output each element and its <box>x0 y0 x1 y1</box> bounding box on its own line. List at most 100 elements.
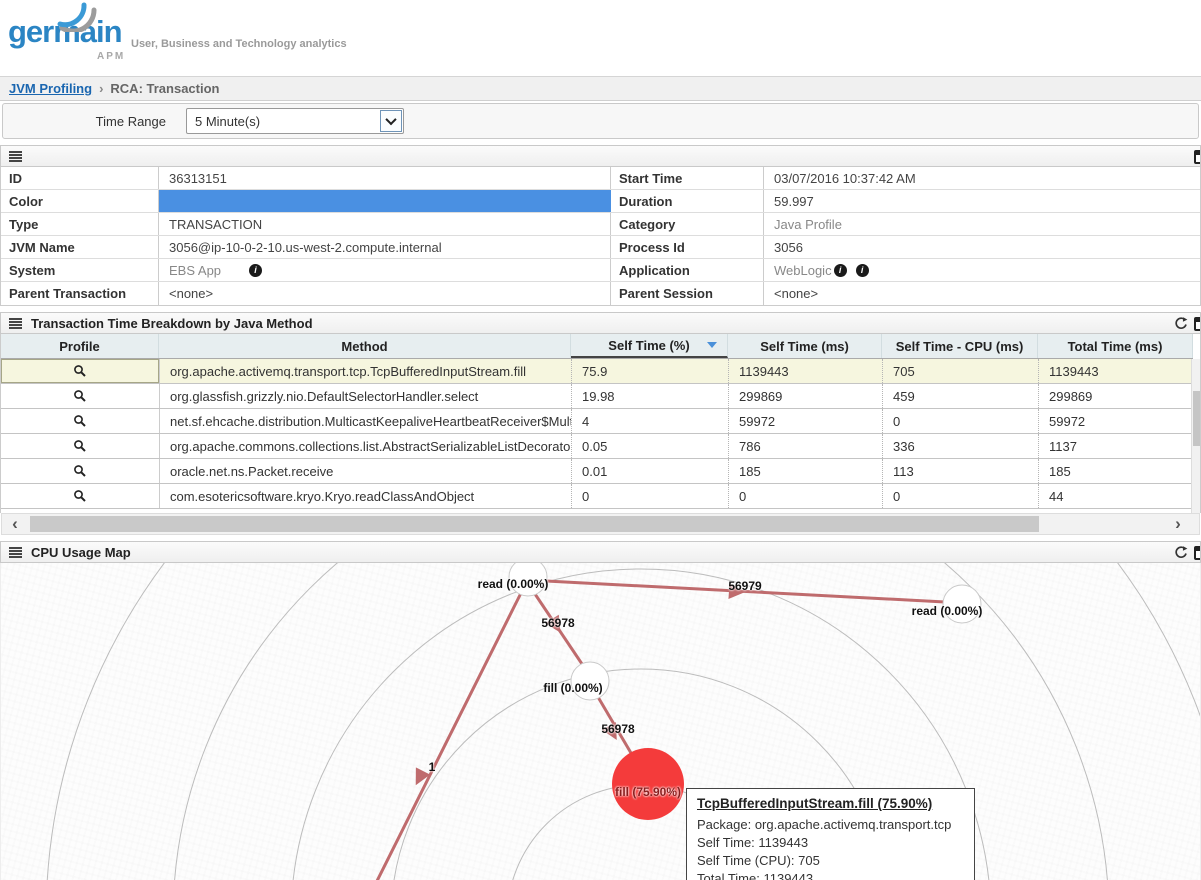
detail-label: ID <box>1 167 159 189</box>
total-ms-cell: 185 <box>1038 459 1193 483</box>
color-swatch <box>159 190 611 212</box>
node-fill-hot[interactable] <box>612 748 684 820</box>
panel-action-icon[interactable] <box>1194 317 1201 331</box>
info-icon[interactable]: i <box>834 264 847 277</box>
self-pct-cell: 75.9 <box>571 359 728 383</box>
self-cpu-cell: 705 <box>882 359 1038 383</box>
detail-label: Process Id <box>611 236 764 258</box>
edge-label: 56978 <box>601 722 634 736</box>
table-row[interactable]: org.apache.commons.collections.list.Abst… <box>1 434 1193 459</box>
profile-magnifier-button[interactable] <box>1 484 159 508</box>
profile-magnifier-button[interactable] <box>1 359 159 383</box>
self-pct-cell: 0.01 <box>571 459 728 483</box>
method-cell: org.apache.commons.collections.list.Abst… <box>159 434 571 458</box>
table-row[interactable]: com.esotericsoftware.kryo.Kryo.readClass… <box>1 484 1193 509</box>
detail-label: Category <box>611 213 764 235</box>
detail-value-type: TRANSACTION <box>159 213 611 235</box>
sort-descending-icon <box>707 342 717 348</box>
detail-label: System <box>1 259 159 281</box>
magnifier-icon <box>73 439 87 453</box>
profile-magnifier-button[interactable] <box>1 384 159 408</box>
column-header-self-pct[interactable]: Self Time (%) <box>571 334 728 358</box>
scroll-right-button[interactable]: › <box>1165 514 1191 534</box>
breadcrumb-current: RCA: Transaction <box>110 81 219 96</box>
chevron-down-icon <box>385 114 396 125</box>
column-header-self-ms[interactable]: Self Time (ms) <box>728 334 882 358</box>
detail-value-category[interactable]: Java Profile <box>764 213 1201 235</box>
detail-value-application: WebLogic i i <box>764 259 1201 281</box>
time-range-select[interactable]: 5 Minute(s) <box>186 108 404 134</box>
detail-value-start-time: 03/07/2016 10:37:42 AM <box>764 167 1201 189</box>
scroll-left-button[interactable]: ‹ <box>2 514 28 534</box>
column-header-profile[interactable]: Profile <box>1 334 159 358</box>
profile-magnifier-button[interactable] <box>1 459 159 483</box>
node-tooltip: TcpBufferedInputStream.fill (75.90%) Pac… <box>686 788 975 880</box>
tooltip-total-time: Total Time: 1139443 <box>697 870 964 880</box>
table-row: Parent Transaction <none> Parent Session… <box>1 282 1200 305</box>
magnifier-icon <box>73 414 87 428</box>
edge-label: 1 <box>429 760 436 774</box>
self-ms-cell: 786 <box>728 434 882 458</box>
node-label: read (0.00%) <box>912 604 983 618</box>
self-ms-cell: 59972 <box>728 409 882 433</box>
brand-swoosh-icon <box>54 2 104 32</box>
refresh-icon[interactable] <box>1174 546 1188 560</box>
self-pct-cell: 4 <box>571 409 728 433</box>
refresh-icon[interactable] <box>1174 317 1188 331</box>
tooltip-title: TcpBufferedInputStream.fill (75.90%) <box>697 796 964 811</box>
profile-magnifier-button[interactable] <box>1 434 159 458</box>
method-cell: org.glassfish.grizzly.nio.DefaultSelecto… <box>159 384 571 408</box>
detail-label: Parent Transaction <box>1 282 159 305</box>
total-ms-cell: 44 <box>1038 484 1193 508</box>
table-row[interactable]: org.apache.activemq.transport.tcp.TcpBuf… <box>1 359 1193 384</box>
info-icon[interactable]: i <box>249 264 262 277</box>
self-pct-cell: 0.05 <box>571 434 728 458</box>
menu-icon[interactable] <box>9 151 22 162</box>
details-panel-header <box>0 145 1201 167</box>
column-header-label: Self Time (%) <box>608 338 689 353</box>
method-cell: net.sf.ehcache.distribution.MulticastKee… <box>159 409 571 433</box>
table-row[interactable]: net.sf.ehcache.distribution.MulticastKee… <box>1 409 1193 434</box>
table-row: Type TRANSACTION Category Java Profile <box>1 213 1200 236</box>
breakdown-panel-header: Transaction Time Breakdown by Java Metho… <box>0 312 1201 334</box>
detail-value-id: 36313151 <box>159 167 611 189</box>
panel-action-icon[interactable] <box>1194 150 1201 164</box>
brand-tagline: User, Business and Technology analytics <box>131 38 347 50</box>
horizontal-scrollbar[interactable]: ‹ › <box>1 513 1200 535</box>
tooltip-package: Package: org.apache.activemq.transport.t… <box>697 816 964 834</box>
breadcrumb: JVM Profiling › RCA: Transaction <box>0 76 1201 101</box>
vertical-scrollbar[interactable] <box>1191 359 1200 513</box>
magnifier-icon <box>73 464 87 478</box>
breadcrumb-link-jvm-profiling[interactable]: JVM Profiling <box>9 81 92 96</box>
edge-label: 56979 <box>728 579 761 593</box>
time-range-label: Time Range <box>3 114 166 129</box>
horizontal-scrollbar-thumb[interactable] <box>30 516 1039 532</box>
profile-magnifier-button[interactable] <box>1 409 159 433</box>
total-ms-cell: 1137 <box>1038 434 1193 458</box>
table-row[interactable]: org.glassfish.grizzly.nio.DefaultSelecto… <box>1 384 1193 409</box>
table-row: JVM Name 3056@ip-10-0-2-10.us-west-2.com… <box>1 236 1200 259</box>
cpu-usage-map[interactable]: read (0.00%) 56978 fill (0.00%) 56978 56… <box>0 563 1201 880</box>
column-header-self-cpu[interactable]: Self Time - CPU (ms) <box>882 334 1038 358</box>
breakdown-title: Transaction Time Breakdown by Java Metho… <box>31 316 313 331</box>
info-icon[interactable]: i <box>856 264 869 277</box>
detail-value-color <box>159 190 611 212</box>
system-link[interactable]: EBS App <box>169 263 221 278</box>
self-cpu-cell: 459 <box>882 384 1038 408</box>
select-arrow-box[interactable] <box>380 110 402 132</box>
vertical-scrollbar-thumb[interactable] <box>1193 391 1200 446</box>
detail-label: JVM Name <box>1 236 159 258</box>
table-row: ID 36313151 Start Time 03/07/2016 10:37:… <box>1 167 1200 190</box>
menu-icon[interactable] <box>9 547 22 558</box>
application-link[interactable]: WebLogic <box>774 263 832 278</box>
menu-icon[interactable] <box>9 318 22 329</box>
table-row: System EBS App i Application WebLogic i … <box>1 259 1200 282</box>
detail-value-parent-session: <none> <box>764 282 1201 305</box>
method-cell: org.apache.activemq.transport.tcp.TcpBuf… <box>159 359 571 383</box>
panel-action-icon[interactable] <box>1194 546 1201 560</box>
total-ms-cell: 59972 <box>1038 409 1193 433</box>
column-header-method[interactable]: Method <box>159 334 571 358</box>
table-row[interactable]: oracle.net.ns.Packet.receive 0.01 185 11… <box>1 459 1193 484</box>
self-cpu-cell: 0 <box>882 409 1038 433</box>
column-header-total-ms[interactable]: Total Time (ms) <box>1038 334 1193 358</box>
